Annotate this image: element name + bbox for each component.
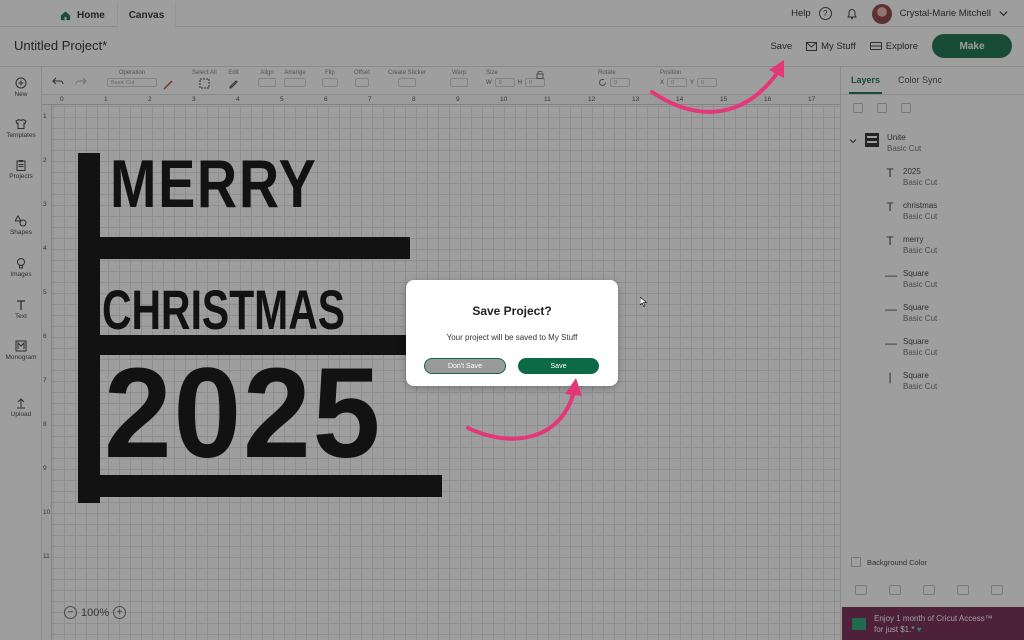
dialog-title: Save Project?: [472, 304, 552, 318]
dont-save-button[interactable]: Don't Save: [424, 358, 506, 374]
mouse-cursor-icon: [640, 297, 648, 307]
save-project-dialog: Save Project? Your project will be saved…: [406, 280, 618, 386]
dialog-save-button[interactable]: Save: [518, 358, 599, 374]
dialog-message: Your project will be saved to My Stuff: [446, 333, 578, 342]
